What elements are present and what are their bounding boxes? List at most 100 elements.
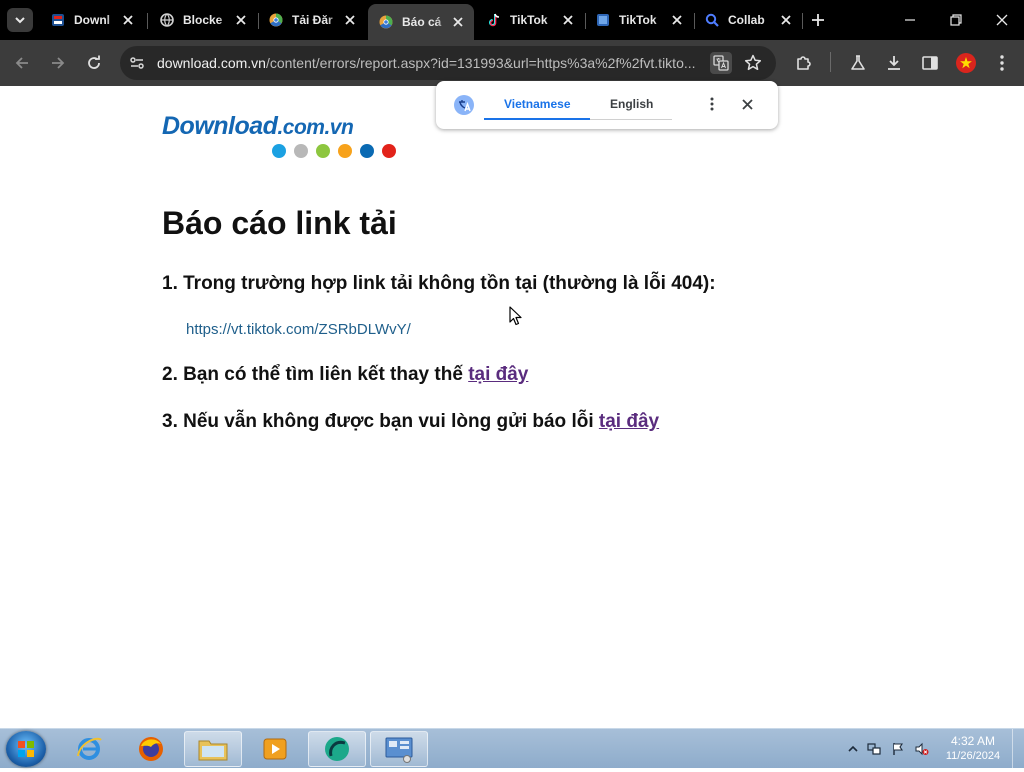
side-panel-button[interactable] [918, 51, 942, 75]
show-hidden-icons-icon[interactable] [846, 742, 860, 756]
tab-title: Collab [728, 13, 765, 27]
minimize-icon [905, 19, 915, 21]
google-translate-icon [454, 95, 474, 115]
tab-close-icon[interactable] [120, 12, 136, 28]
taskbar-app-green[interactable] [308, 731, 366, 767]
translate-options-button[interactable] [704, 95, 720, 113]
flask-icon [851, 55, 865, 70]
download-site-icon [50, 12, 66, 28]
logo-dot [382, 144, 396, 158]
logo-dot [272, 144, 286, 158]
report-error-link[interactable]: tại đây [599, 411, 659, 432]
chevron-down-icon [15, 17, 25, 24]
tab-close-icon[interactable] [778, 12, 794, 28]
puzzle-icon [797, 56, 811, 70]
taskbar-control-panel[interactable] [370, 731, 428, 767]
logo-main-text: Download [162, 112, 278, 140]
reported-url: https://vt.tiktok.com/ZSRbDLWvY/ [186, 321, 411, 338]
tab-close-icon[interactable] [233, 12, 249, 28]
close-window-button[interactable] [990, 8, 1014, 32]
extensions-button[interactable] [792, 51, 816, 75]
profile-avatar-button[interactable] [954, 51, 978, 75]
action-center-flag-icon[interactable] [891, 742, 905, 756]
downloads-button[interactable] [882, 51, 906, 75]
chrome-like-icon [378, 14, 394, 30]
bookmark-button[interactable] [742, 52, 764, 74]
restore-icon [950, 14, 962, 26]
taskbar-firefox[interactable] [122, 731, 180, 767]
tab-separator [147, 13, 148, 29]
alternative-link[interactable]: tại đây [468, 364, 528, 385]
magnifier-icon [704, 12, 720, 28]
system-clock[interactable]: 4:32 AM 11/26/2024 [938, 734, 1008, 764]
browser-menu-button[interactable] [990, 51, 1014, 75]
volume-muted-icon[interactable] [915, 742, 929, 756]
tab-close-icon[interactable] [450, 14, 466, 30]
tab-title: Tải Đăr [292, 13, 333, 27]
labs-button[interactable] [846, 51, 870, 75]
tab-close-icon[interactable] [669, 12, 685, 28]
start-button[interactable] [6, 731, 46, 767]
browser-tab[interactable]: Downl [40, 4, 144, 36]
tab-close-icon[interactable] [342, 12, 358, 28]
active-tab-indicator [484, 118, 590, 120]
translate-tab-source[interactable]: Vietnamese [504, 97, 571, 111]
forward-button[interactable] [46, 51, 70, 75]
taskbar-media-player[interactable] [246, 731, 304, 767]
browser-tab[interactable]: TikTok [585, 4, 693, 36]
url-host: download.com.vn [157, 55, 266, 71]
new-tab-button[interactable] [808, 10, 828, 30]
more-vertical-icon [710, 97, 714, 111]
tab-title: Báo cá [402, 15, 442, 29]
tab-title: Downl [74, 13, 110, 27]
site-info-icon[interactable] [129, 55, 145, 71]
network-icon[interactable] [867, 742, 881, 756]
clock-date: 11/26/2024 [945, 750, 1001, 762]
clock-time: 4:32 AM [950, 734, 996, 748]
browser-tab[interactable]: Tải Đăr [258, 4, 366, 36]
browser-tab[interactable]: Blocke [149, 4, 257, 36]
tiktok-icon [486, 12, 502, 28]
taskbar-internet-explorer[interactable] [60, 731, 118, 767]
reload-button[interactable] [82, 51, 106, 75]
browser-tab[interactable]: TikTok [476, 4, 584, 36]
tab-separator [802, 13, 803, 29]
minimize-button[interactable] [898, 8, 922, 32]
tab-search-button[interactable] [7, 8, 33, 32]
site-logo[interactable]: Download.com.vn [162, 110, 402, 162]
star-icon [744, 54, 762, 71]
back-button[interactable] [10, 51, 34, 75]
browser-toolbar: download.com.vn/content/errors/report.as… [0, 40, 1024, 86]
tab-close-icon[interactable] [560, 12, 576, 28]
browser-tab-active[interactable]: Báo cá [368, 4, 474, 40]
translate-page-button[interactable] [710, 52, 732, 74]
logo-dot [316, 144, 330, 158]
tab-title: TikTok [619, 13, 657, 27]
taskbar-file-explorer[interactable] [184, 731, 242, 767]
tab-title: TikTok [510, 13, 548, 27]
arrow-left-icon [15, 57, 28, 69]
logo-dot [338, 144, 352, 158]
address-bar[interactable]: download.com.vn/content/errors/report.as… [120, 46, 776, 80]
show-desktop-button[interactable] [1012, 729, 1024, 769]
browser-tab[interactable]: Collab [694, 4, 802, 36]
step-2: 2. Bạn có thể tìm liên kết thay thế tại … [162, 364, 528, 386]
arrow-right-icon [52, 57, 65, 69]
translate-close-button[interactable] [738, 95, 756, 113]
toolbar-divider [830, 52, 831, 72]
logo-wordmark: Download.com.vn [162, 112, 354, 141]
folder-icon [198, 740, 228, 761]
teal-bubble-app-icon [325, 737, 349, 761]
translate-popup: Vietnamese English [436, 81, 778, 129]
tab-baseline [590, 119, 672, 120]
logo-dots [272, 144, 396, 158]
restore-button[interactable] [944, 8, 968, 32]
windows-logo-icon [18, 741, 34, 757]
page-title: Báo cáo link tải [162, 205, 397, 241]
url-text[interactable]: download.com.vn/content/errors/report.as… [157, 55, 705, 71]
mouse-cursor-icon [509, 306, 522, 326]
close-icon [996, 14, 1008, 26]
windows-taskbar: 4:32 AM 11/26/2024 [0, 728, 1024, 769]
tab-title: Blocke [183, 13, 223, 27]
translate-tab-target[interactable]: English [610, 97, 653, 111]
